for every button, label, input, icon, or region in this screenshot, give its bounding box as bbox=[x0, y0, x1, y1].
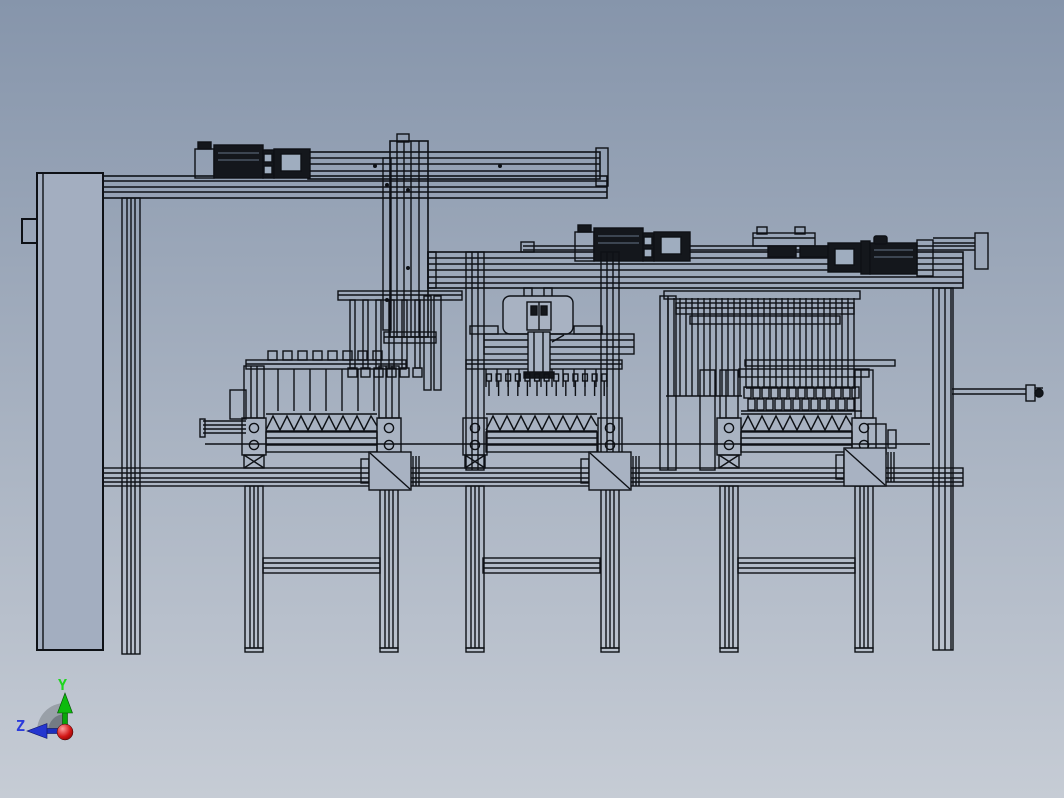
cad-viewport[interactable]: Y Z bbox=[0, 0, 1064, 798]
viewport-background bbox=[0, 0, 1064, 798]
z-axis-label: Z bbox=[16, 717, 25, 735]
x-axis-origin[interactable] bbox=[56, 723, 74, 741]
y-axis-label: Y bbox=[58, 676, 67, 694]
